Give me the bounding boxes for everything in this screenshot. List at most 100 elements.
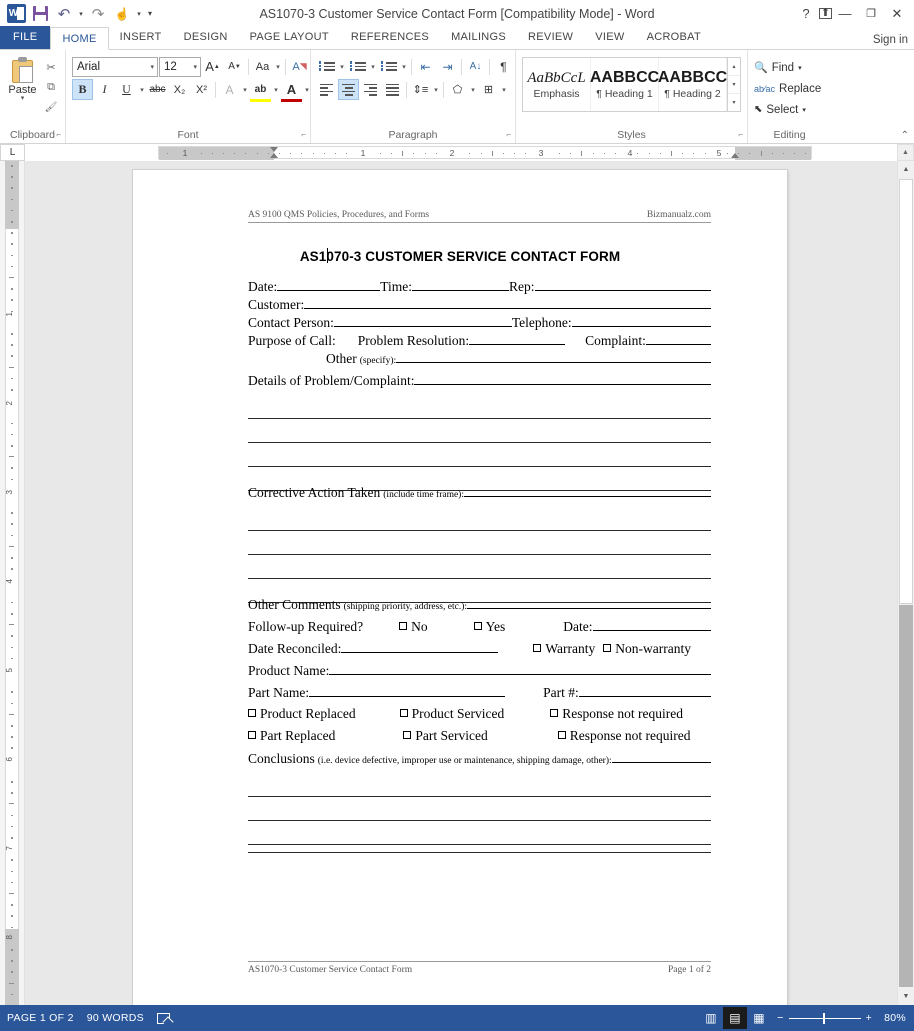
style-item-emphasis[interactable]: AaBbCcL Emphasis <box>523 58 591 111</box>
input-customer[interactable] <box>304 296 711 309</box>
change-case-icon[interactable]: Aa <box>252 56 273 77</box>
line-spacing-icon[interactable]: ⇕≡ <box>410 79 431 100</box>
align-center-icon[interactable] <box>338 79 359 100</box>
zoom-slider[interactable]: − + <box>777 1012 872 1024</box>
tab-acrobat[interactable]: ACROBAT <box>636 26 712 49</box>
text-effects-icon[interactable]: A <box>219 79 240 100</box>
web-layout-view-icon[interactable]: ▦ <box>747 1007 771 1029</box>
vertical-scrollbar[interactable]: ▲ ▼ <box>897 161 914 1005</box>
paragraph-dialog-launcher-icon[interactable]: ⌐ <box>506 127 511 142</box>
field-row-details[interactable]: Details of Problem/Complaint: <box>248 372 711 388</box>
tab-references[interactable]: REFERENCES <box>340 26 440 49</box>
checkbox-follow-up-no[interactable] <box>399 622 408 630</box>
checkbox-follow-up-yes[interactable] <box>473 622 482 630</box>
field-row-customer[interactable]: Customer: <box>248 296 711 312</box>
touch-mode-icon[interactable]: ☝ <box>111 3 133 24</box>
right-indent-marker[interactable] <box>731 153 739 158</box>
field-row-part-actions[interactable]: Part Replaced Part Serviced Response not… <box>248 729 711 743</box>
restore-icon[interactable]: ❐ <box>858 2 884 26</box>
field-row-part-name[interactable]: Part Name: Part #: <box>248 684 711 700</box>
tab-page-layout[interactable]: PAGE LAYOUT <box>239 26 340 49</box>
checkbox-response-not-required-1[interactable] <box>550 709 559 717</box>
checkbox-part-serviced[interactable] <box>403 731 412 739</box>
italic-button[interactable]: I <box>94 79 115 100</box>
conclusions-line-4[interactable] <box>248 844 711 845</box>
font-size-chevron-down-icon[interactable]: ▾ <box>193 63 197 71</box>
input-complaint[interactable] <box>645 332 711 345</box>
style-item-heading1[interactable]: AABBCC ¶ Heading 1 <box>590 58 659 111</box>
first-line-indent-marker[interactable] <box>270 147 278 152</box>
field-row-other-comments[interactable]: Other Comments (shipping priority, addre… <box>248 596 711 613</box>
conclusions-line-5[interactable] <box>248 852 711 853</box>
checkbox-product-replaced[interactable] <box>248 709 256 717</box>
input-date[interactable] <box>277 278 381 291</box>
align-right-icon[interactable] <box>360 79 381 100</box>
change-case-chevron-down-icon[interactable]: ▾ <box>274 63 282 71</box>
scrollbar-track[interactable] <box>899 605 913 987</box>
undo-dropdown-icon[interactable]: ▾ <box>77 3 85 24</box>
input-product-name[interactable] <box>329 662 711 675</box>
corrective-line-3[interactable] <box>248 554 711 555</box>
input-telephone[interactable] <box>571 314 711 327</box>
details-line-4[interactable] <box>248 466 711 467</box>
font-name-chevron-down-icon[interactable]: ▾ <box>150 63 154 71</box>
checkbox-product-serviced[interactable] <box>399 709 408 717</box>
field-row-conclusions[interactable]: Conclusions (i.e. device defective, impr… <box>248 750 711 767</box>
input-follow-date[interactable] <box>592 618 711 631</box>
shrink-font-icon[interactable]: A ▼ <box>224 56 245 77</box>
style-item-heading2[interactable]: AABBCC ¶ Heading 2 <box>658 58 727 111</box>
line-spacing-chevron-down-icon[interactable]: ▾ <box>432 86 440 94</box>
input-other-specify[interactable] <box>396 350 711 363</box>
field-row-product-name[interactable]: Product Name: <box>248 662 711 678</box>
clear-formatting-icon[interactable]: A ◥ <box>289 56 310 77</box>
input-date-reconciled[interactable] <box>341 640 499 653</box>
font-color-chevron-down-icon[interactable]: ▾ <box>303 86 311 94</box>
sign-in-link[interactable]: Sign in <box>873 34 908 46</box>
sort-icon[interactable]: A↓ <box>465 56 486 77</box>
zoom-in-button[interactable]: + <box>866 1012 872 1024</box>
paste-button[interactable]: Paste ▾ <box>4 55 41 102</box>
horizontal-ruler[interactable]: 1 1 2 3 4 5 <box>158 146 812 160</box>
read-mode-view-icon[interactable]: ▥ <box>699 1007 723 1029</box>
bullets-chevron-down-icon[interactable]: ▾ <box>338 63 346 71</box>
format-painter-icon[interactable]: 🖌 <box>41 98 61 117</box>
field-row-date-time-rep[interactable]: Date: Time: Rep: <box>248 278 711 294</box>
scroll-up-button[interactable]: ▲ <box>897 144 914 161</box>
input-conclusions[interactable] <box>611 750 711 763</box>
scrollbar-thumb[interactable] <box>899 179 913 604</box>
tab-file[interactable]: FILE <box>0 26 51 49</box>
redo-icon[interactable]: ↷ <box>87 3 109 24</box>
borders-chevron-down-icon[interactable]: ▾ <box>500 86 508 94</box>
numbering-icon[interactable] <box>347 56 368 77</box>
details-line-2[interactable] <box>248 418 711 419</box>
highlight-chevron-down-icon[interactable]: ▾ <box>272 86 280 94</box>
field-row-date-reconciled[interactable]: Date Reconciled: Warranty Non-warranty <box>248 640 711 656</box>
paste-dropdown-icon[interactable]: ▾ <box>21 95 25 102</box>
font-size-combo[interactable]: 12 ▾ <box>159 56 201 77</box>
collapse-ribbon-icon[interactable]: ⌃ <box>901 130 909 141</box>
input-part-number[interactable] <box>578 684 711 697</box>
styles-more-icon[interactable]: ▾ <box>728 94 740 111</box>
clipboard-dialog-launcher-icon[interactable]: ⌐ <box>56 127 61 142</box>
subscript-button[interactable]: X₂ <box>169 79 190 100</box>
styles-scroll-up-icon[interactable]: ▴ <box>728 58 740 76</box>
print-layout-view-icon[interactable]: ▤ <box>723 1007 748 1029</box>
checkbox-warranty[interactable] <box>533 644 542 652</box>
styles-scroll-down-icon[interactable]: ▾ <box>728 76 740 94</box>
select-button[interactable]: ⬉ Select ▾ <box>752 99 806 120</box>
tab-insert[interactable]: INSERT <box>109 26 173 49</box>
input-part-name[interactable] <box>309 684 506 697</box>
replace-button[interactable]: ab⁄ac Replace <box>752 78 821 99</box>
input-other-comments[interactable] <box>467 596 711 609</box>
font-color-icon[interactable]: A <box>281 79 302 102</box>
field-row-contact-telephone[interactable]: Contact Person: Telephone: <box>248 314 711 330</box>
document-area[interactable]: AS 9100 QMS Policies, Procedures, and Fo… <box>25 161 897 1005</box>
checkbox-response-not-required-2[interactable] <box>557 731 566 739</box>
corrective-line-2[interactable] <box>248 530 711 531</box>
decrease-indent-icon[interactable]: ⇤ <box>415 56 436 77</box>
undo-icon[interactable]: ↶ <box>53 3 75 24</box>
help-icon[interactable]: ? <box>793 2 819 26</box>
input-details[interactable] <box>414 372 711 385</box>
input-rep[interactable] <box>534 278 711 291</box>
field-row-follow-up[interactable]: Follow-up Required? No Yes Date: <box>248 618 711 634</box>
